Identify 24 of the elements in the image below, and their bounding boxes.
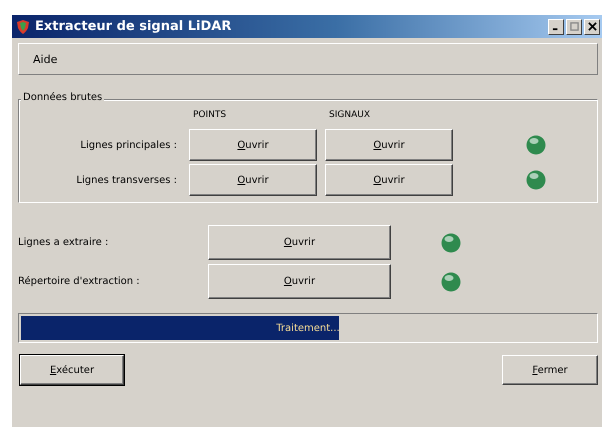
shield-icon: [16, 20, 30, 34]
progress-text: Traitement...: [276, 322, 340, 334]
open-button[interactable]: Ouvrir: [189, 164, 317, 196]
window-title: Extracteur de signal LiDAR: [35, 19, 232, 34]
close-button[interactable]: [584, 18, 600, 34]
close-button[interactable]: Fermer: [502, 355, 598, 385]
maximize-button[interactable]: [566, 18, 582, 34]
menu-item[interactable]: Aide: [33, 52, 58, 66]
row-label: Lignes principales :: [79, 140, 178, 150]
column-header: POINTS: [192, 110, 228, 122]
open-button[interactable]: Ouvrir: [325, 164, 453, 196]
group-title: Données brutes: [21, 92, 104, 103]
field-label: Lignes a extraire :: [18, 237, 110, 248]
row-label: Lignes transverses :: [75, 174, 178, 186]
open-button[interactable]: Ouvrir: [208, 225, 391, 260]
maximize-icon: [570, 22, 578, 31]
field-label: Répertoire d'extraction :: [18, 276, 141, 287]
minimize-button[interactable]: [548, 18, 564, 34]
run-button[interactable]: Exécuter: [20, 355, 124, 385]
open-button[interactable]: Ouvrir: [189, 129, 317, 161]
close-icon: [588, 22, 596, 31]
column-header: SIGNAUX: [328, 110, 371, 122]
open-button[interactable]: Ouvrir: [208, 264, 391, 299]
open-button[interactable]: Ouvrir: [325, 129, 453, 161]
